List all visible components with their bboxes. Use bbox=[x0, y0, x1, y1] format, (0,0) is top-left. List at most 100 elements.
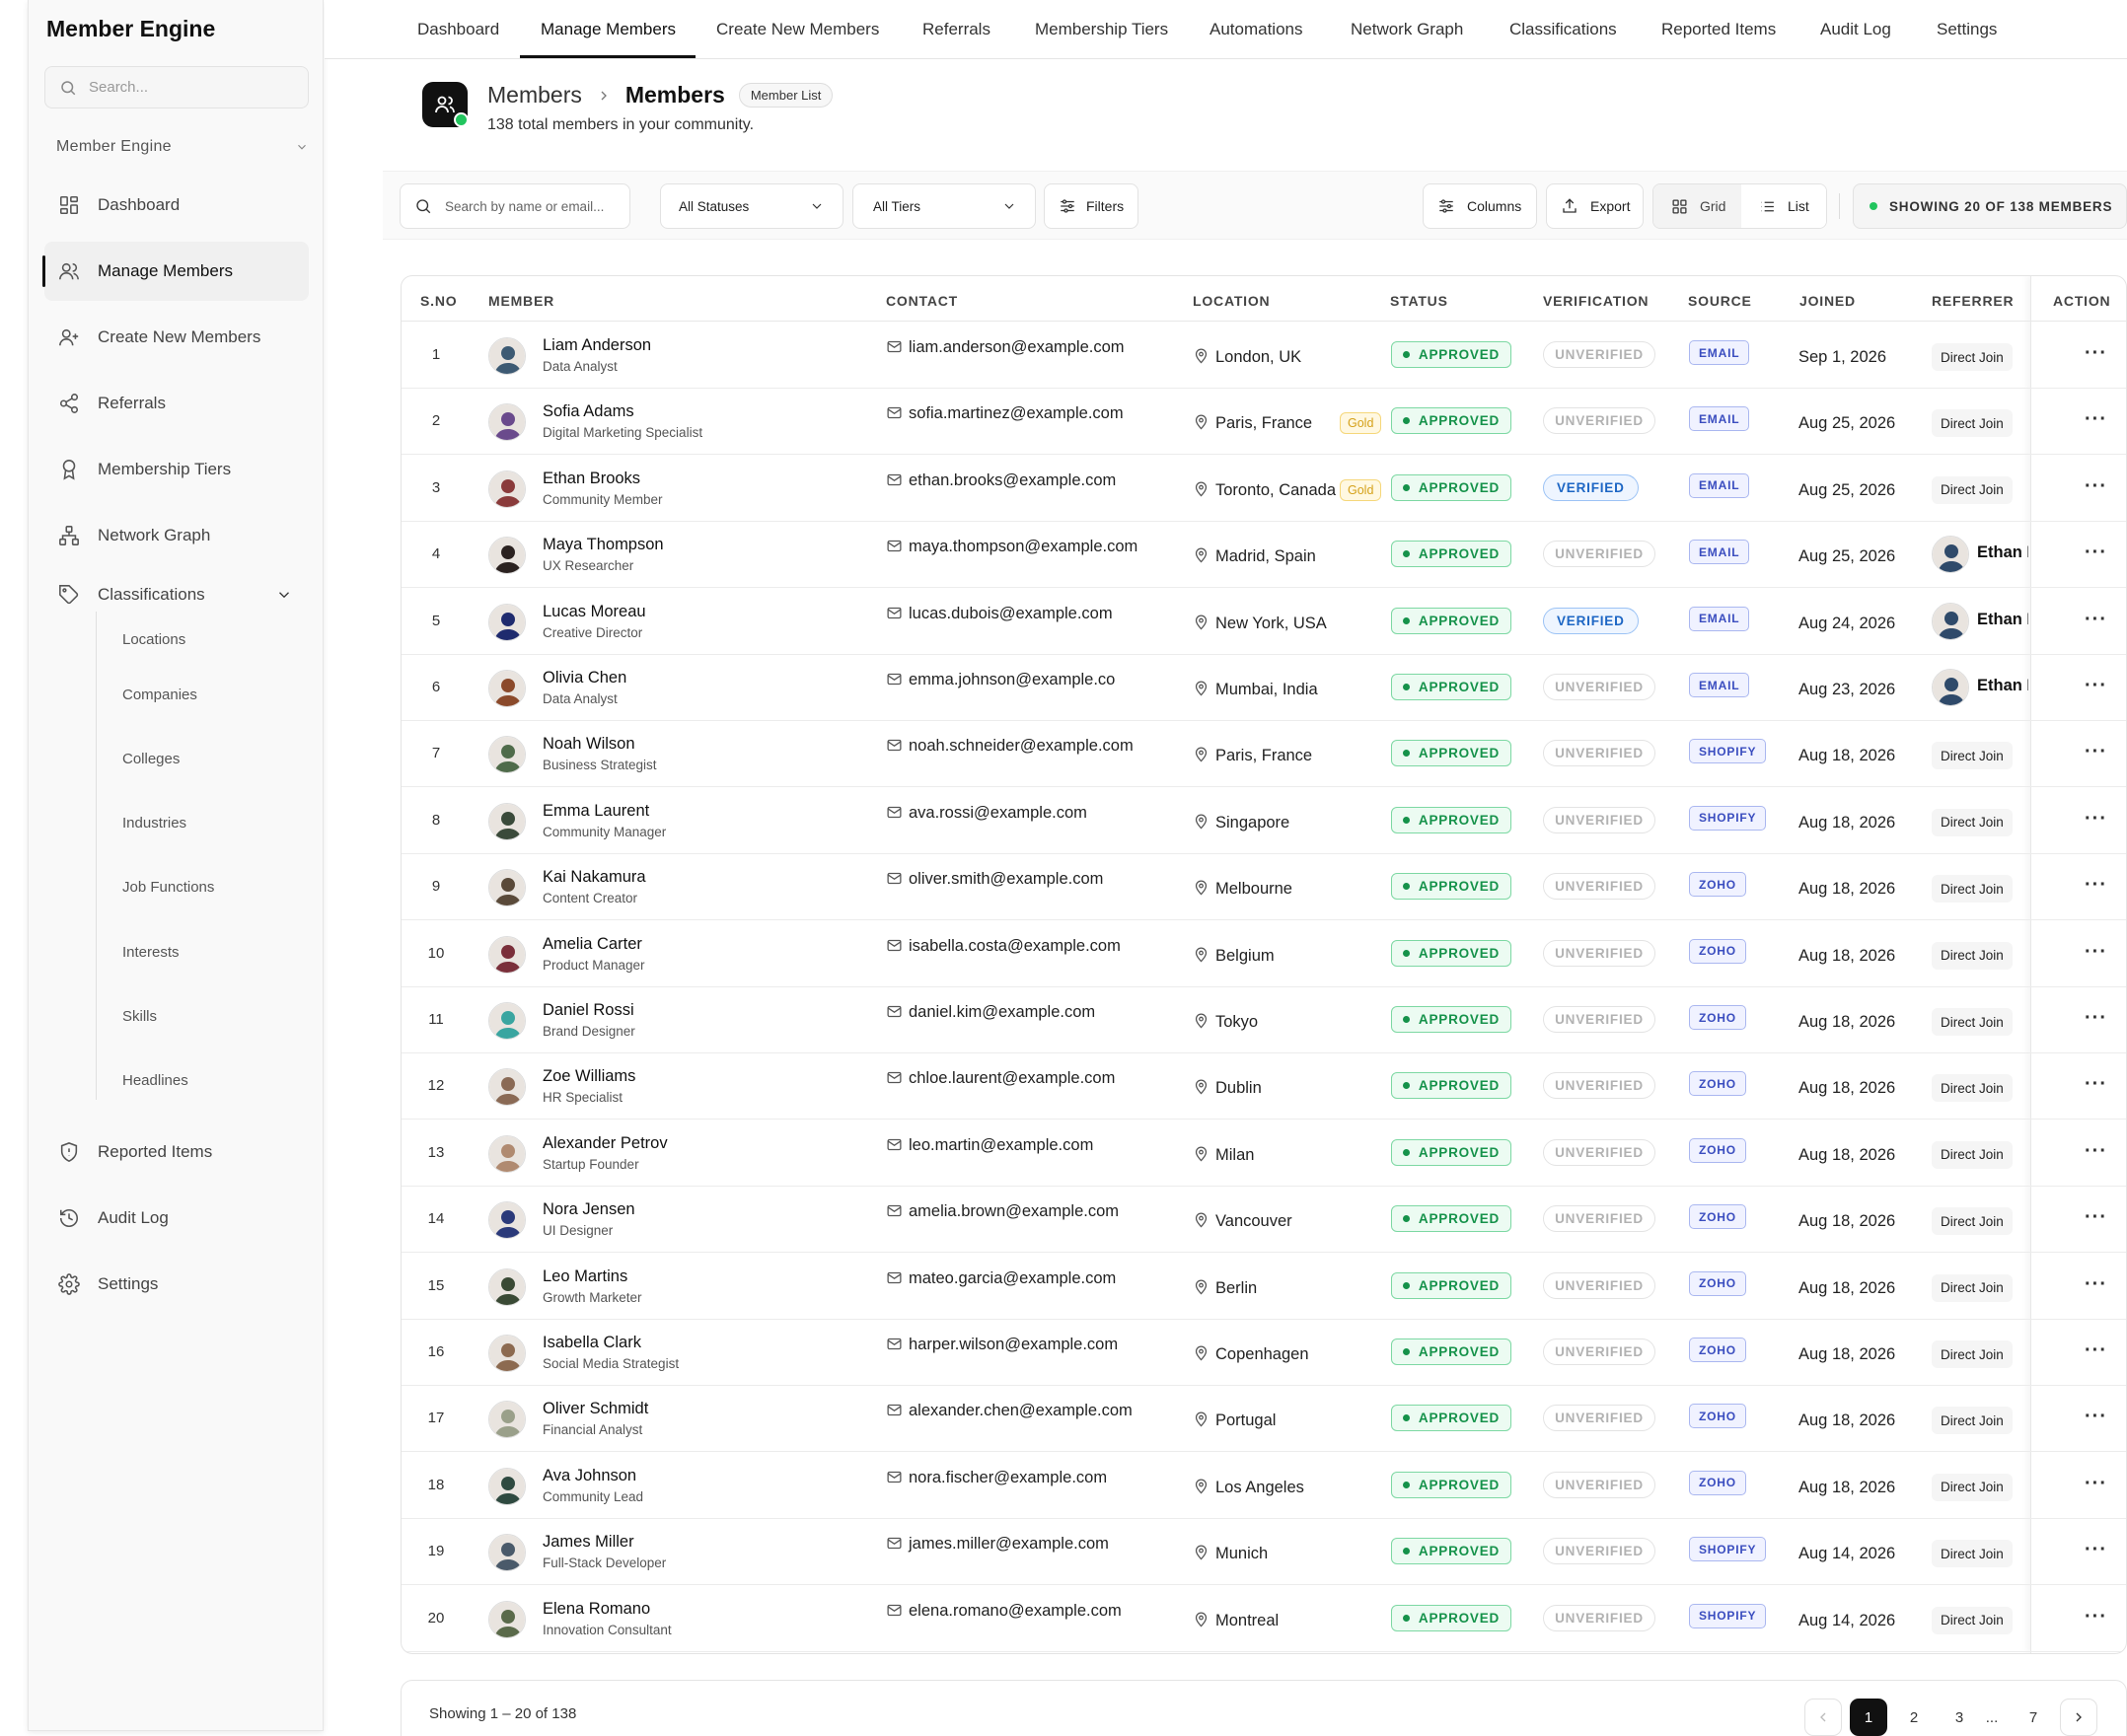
table-row[interactable]: 4 Maya Thompson UX Researcher maya.thompson… bbox=[402, 522, 2126, 589]
member-email[interactable]: ava.rossi@example.com bbox=[909, 804, 1087, 823]
more-actions-button[interactable]: ··· bbox=[2085, 408, 2107, 431]
submenu-item-job-functions[interactable]: Job Functions bbox=[122, 879, 214, 896]
submenu-item-locations[interactable]: Locations bbox=[122, 631, 185, 648]
member-email[interactable]: elena.romano@example.com bbox=[909, 1602, 1122, 1621]
member-email[interactable]: isabella.costa@example.com bbox=[909, 937, 1121, 956]
member-email[interactable]: sofia.martinez@example.com bbox=[909, 404, 1124, 423]
sidebar-item-network-graph[interactable]: Network Graph bbox=[44, 506, 309, 565]
member-name[interactable]: Alexander Petrov bbox=[543, 1134, 668, 1153]
member-name[interactable]: Daniel Rossi bbox=[543, 1001, 634, 1020]
more-actions-button[interactable]: ··· bbox=[2085, 1073, 2107, 1096]
table-row[interactable]: 12 Zoe Williams HR Specialist chloe.laurent… bbox=[402, 1053, 2126, 1121]
table-row[interactable]: 14 Nora Jensen UI Designer amelia.brown@exa… bbox=[402, 1187, 2126, 1254]
member-email[interactable]: harper.wilson@example.com bbox=[909, 1336, 1118, 1354]
member-name[interactable]: Zoe Williams bbox=[543, 1067, 635, 1086]
more-actions-button[interactable]: ··· bbox=[2085, 1007, 2107, 1030]
member-name[interactable]: Leo Martins bbox=[543, 1267, 627, 1286]
more-actions-button[interactable]: ··· bbox=[2085, 1473, 2107, 1495]
more-actions-button[interactable]: ··· bbox=[2085, 1539, 2107, 1561]
more-actions-button[interactable]: ··· bbox=[2085, 1140, 2107, 1163]
page-button-7[interactable]: 7 bbox=[2015, 1699, 2052, 1736]
member-name[interactable]: Ethan Brooks bbox=[543, 470, 640, 488]
member-email[interactable]: emma.johnson@example.co bbox=[909, 671, 1115, 689]
more-actions-button[interactable]: ··· bbox=[2085, 1273, 2107, 1296]
member-name[interactable]: Kai Nakamura bbox=[543, 868, 646, 887]
table-row[interactable]: 19 James Miller Full-Stack Developer james.… bbox=[402, 1519, 2126, 1586]
more-actions-button[interactable]: ··· bbox=[2085, 941, 2107, 964]
submenu-item-companies[interactable]: Companies bbox=[122, 687, 197, 703]
tab-automations[interactable]: Automations bbox=[1210, 20, 1303, 39]
member-name[interactable]: Olivia Chen bbox=[543, 669, 626, 687]
table-row[interactable]: 7 Noah Wilson Business Strategist noah.schn… bbox=[402, 721, 2126, 788]
table-row[interactable]: 5 Lucas Moreau Creative Director lucas.dubo… bbox=[402, 589, 2126, 655]
submenu-item-industries[interactable]: Industries bbox=[122, 815, 186, 832]
tab-classifications[interactable]: Classifications bbox=[1509, 20, 1617, 39]
member-email[interactable]: lucas.dubois@example.com bbox=[909, 605, 1113, 623]
member-name[interactable]: Lucas Moreau bbox=[543, 603, 646, 621]
page-button-1[interactable]: 1 bbox=[1850, 1699, 1887, 1736]
table-row[interactable]: 10 Amelia Carter Product Manager isabella.c… bbox=[402, 921, 2126, 987]
prev-page-button[interactable] bbox=[1804, 1699, 1842, 1736]
member-email[interactable]: ethan.brooks@example.com bbox=[909, 471, 1116, 490]
referrer-name[interactable]: Ethan Brooks bbox=[1977, 677, 2028, 695]
member-name[interactable]: Ava Johnson bbox=[543, 1467, 636, 1485]
table-row[interactable]: 2 Sofia Adams Digital Marketing Specialist… bbox=[402, 389, 2126, 456]
member-email[interactable]: maya.thompson@example.com bbox=[909, 538, 1137, 556]
submenu-item-colleges[interactable]: Colleges bbox=[122, 751, 180, 767]
sidebar-item-settings[interactable]: Settings bbox=[44, 1255, 309, 1314]
more-actions-button[interactable]: ··· bbox=[2085, 475, 2107, 498]
status-filter-select[interactable]: All Statuses bbox=[660, 183, 843, 229]
submenu-item-interests[interactable]: Interests bbox=[122, 944, 180, 961]
tab-settings[interactable]: Settings bbox=[1937, 20, 1997, 39]
sidebar-item-audit-log[interactable]: Audit Log bbox=[44, 1189, 309, 1248]
page-button-3[interactable]: 3 bbox=[1941, 1699, 1978, 1736]
table-row[interactable]: 1 Liam Anderson Data Analyst liam.anderson@… bbox=[402, 323, 2126, 389]
referrer-name[interactable]: Ethan Brooks bbox=[1977, 543, 2028, 562]
tab-dashboard[interactable]: Dashboard bbox=[417, 20, 499, 39]
member-name[interactable]: Amelia Carter bbox=[543, 935, 642, 954]
member-name[interactable]: Isabella Clark bbox=[543, 1334, 641, 1352]
tier-filter-select[interactable]: All Tiers bbox=[852, 183, 1036, 229]
member-email[interactable]: liam.anderson@example.com bbox=[909, 338, 1125, 357]
table-row[interactable]: 15 Leo Martins Growth Marketer mateo.garcia… bbox=[402, 1254, 2126, 1320]
sidebar-item-dashboard[interactable]: Dashboard bbox=[44, 176, 309, 235]
sidebar-item-reported-items[interactable]: Reported Items bbox=[44, 1122, 309, 1182]
member-email[interactable]: leo.martin@example.com bbox=[909, 1136, 1093, 1155]
more-actions-button[interactable]: ··· bbox=[2085, 609, 2107, 631]
export-button[interactable]: Export bbox=[1546, 183, 1644, 229]
submenu-item-headlines[interactable]: Headlines bbox=[122, 1072, 188, 1089]
table-row[interactable]: 6 Olivia Chen Data Analyst emma.johnson@exa… bbox=[402, 655, 2126, 721]
workspace-switcher[interactable]: Member Engine bbox=[56, 138, 309, 156]
sidebar-item-membership-tiers[interactable]: Membership Tiers bbox=[44, 440, 309, 499]
sidebar-search-input[interactable]: Search... bbox=[44, 66, 309, 108]
member-name[interactable]: Nora Jensen bbox=[543, 1200, 635, 1219]
member-email[interactable]: james.miller@example.com bbox=[909, 1535, 1109, 1554]
member-name[interactable]: Elena Romano bbox=[543, 1600, 650, 1619]
more-actions-button[interactable]: ··· bbox=[2085, 1339, 2107, 1362]
referrer-name[interactable]: Ethan Brooks bbox=[1977, 611, 2028, 629]
member-name[interactable]: Liam Anderson bbox=[543, 336, 651, 355]
columns-button[interactable]: Columns bbox=[1423, 183, 1537, 229]
member-name[interactable]: Sofia Adams bbox=[543, 402, 634, 421]
table-row[interactable]: 3 Ethan Brooks Community Member ethan.brook… bbox=[402, 456, 2126, 522]
list-view-button[interactable]: List bbox=[1740, 184, 1826, 228]
table-row[interactable]: 8 Emma Laurent Community Manager ava.rossi@… bbox=[402, 788, 2126, 854]
tab-network-graph[interactable]: Network Graph bbox=[1351, 20, 1463, 39]
member-email[interactable]: chloe.laurent@example.com bbox=[909, 1069, 1115, 1088]
next-page-button[interactable] bbox=[2060, 1699, 2097, 1736]
member-email[interactable]: mateo.garcia@example.com bbox=[909, 1269, 1116, 1288]
breadcrumb-parent[interactable]: Members bbox=[487, 82, 582, 108]
table-row[interactable]: 16 Isabella Clark Social Media Strategist h… bbox=[402, 1320, 2126, 1386]
member-email[interactable]: noah.schneider@example.com bbox=[909, 737, 1134, 756]
member-email[interactable]: nora.fischer@example.com bbox=[909, 1469, 1107, 1487]
table-row[interactable]: 17 Oliver Schmidt Financial Analyst alexand… bbox=[402, 1386, 2126, 1453]
tab-membership-tiers[interactable]: Membership Tiers bbox=[1035, 20, 1168, 39]
member-email[interactable]: amelia.brown@example.com bbox=[909, 1202, 1119, 1221]
more-actions-button[interactable]: ··· bbox=[2085, 808, 2107, 831]
more-actions-button[interactable]: ··· bbox=[2085, 1606, 2107, 1628]
member-email[interactable]: oliver.smith@example.com bbox=[909, 870, 1103, 889]
tab-manage-members[interactable]: Manage Members bbox=[541, 20, 676, 39]
page-button-2[interactable]: 2 bbox=[1895, 1699, 1933, 1736]
table-row[interactable]: 13 Alexander Petrov Startup Founder leo.mar… bbox=[402, 1121, 2126, 1187]
tab-audit-log[interactable]: Audit Log bbox=[1820, 20, 1891, 39]
